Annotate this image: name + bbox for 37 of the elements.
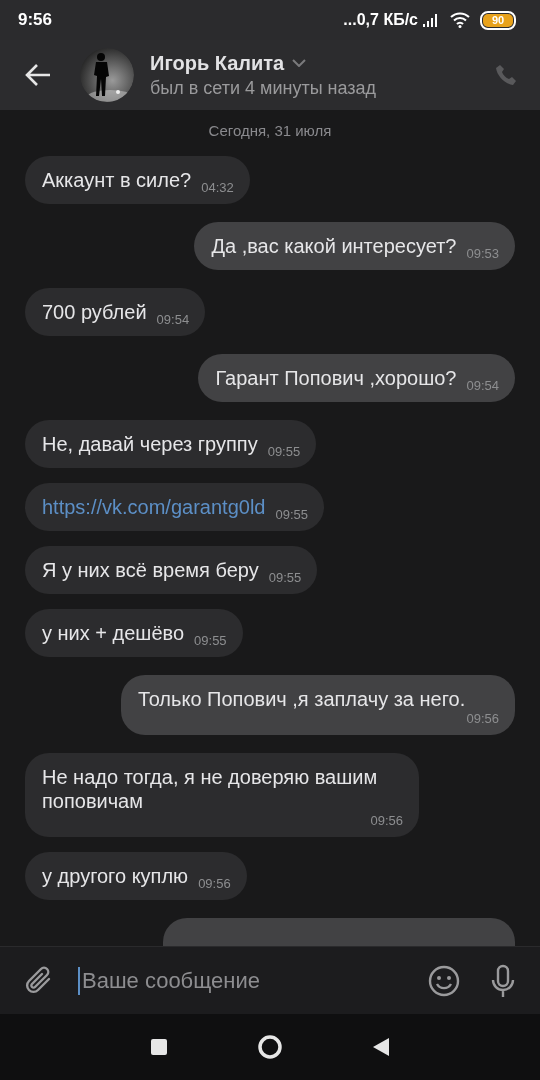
message-time: 09:55 — [194, 633, 227, 649]
message-text: 700 рублей — [42, 300, 147, 324]
message-text: у них + дешёво — [42, 621, 185, 645]
message-link[interactable]: https://vk.com/garantg0ld — [42, 495, 266, 519]
contact-name[interactable]: Игорь Калита — [150, 51, 285, 75]
message-text: Не надо тогда, я не доверяю вашим поповичам — [42, 765, 379, 813]
chevron-down-icon[interactable] — [292, 59, 307, 67]
message-time: 04:32 — [201, 180, 234, 196]
message-text: у другого куплю — [42, 864, 189, 888]
back-button[interactable] — [24, 63, 52, 87]
message-text: Аккаунт в силе? — [42, 168, 192, 192]
message-time: 09:56 — [370, 813, 403, 829]
text-cursor — [78, 966, 80, 995]
date-divider: Сегодня, 31 июля — [207, 122, 333, 139]
message-text: Я у них всё время беру — [42, 558, 259, 582]
message-text: Да ,вас какой интересует? — [211, 234, 457, 258]
message-time: 09:55 — [267, 444, 301, 460]
message-time: 09:56 — [466, 711, 499, 727]
message-time: 09:53 — [466, 246, 499, 262]
message-time: 09:54 — [466, 378, 499, 394]
home-button[interactable] — [257, 1034, 283, 1060]
message-time: 09:55 — [275, 507, 308, 523]
message-time: 09:54 — [156, 312, 190, 328]
message-time: 09:56 — [198, 876, 231, 892]
back-nav-button[interactable] — [373, 1038, 389, 1056]
clock: 9:56 — [18, 10, 54, 30]
network-speed: ...0,7 КБ/с — [343, 11, 418, 29]
emoji-button[interactable] — [428, 964, 460, 997]
wifi-icon — [450, 12, 470, 28]
last-seen-status: был в сети 4 минуты назад — [150, 77, 378, 99]
battery-level: 90 — [483, 13, 513, 27]
message-text: Гарант Попович ,хорошо? — [215, 366, 457, 390]
message-text: Не, давай через группу — [42, 432, 258, 456]
microphone-button[interactable] — [490, 963, 516, 998]
message-text: Только Попович ,я заплачу за него. — [138, 687, 467, 711]
message-time: 09:55 — [268, 570, 302, 586]
signal-icon — [422, 12, 440, 28]
